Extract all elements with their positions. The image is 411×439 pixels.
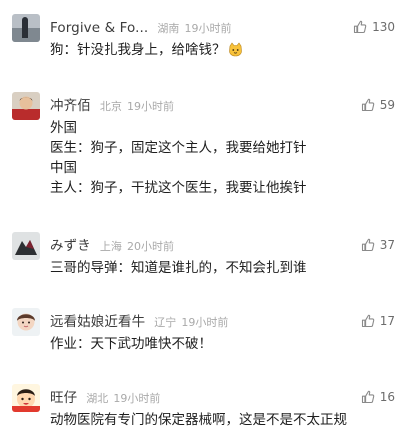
- location: 湖南: [157, 22, 180, 35]
- like-button[interactable]: 59: [361, 96, 395, 114]
- comment-line: 狗：针没扎我身上，给啥钱？: [50, 40, 402, 60]
- comment-text: 狗：针没扎我身上，给啥钱？: [50, 40, 402, 60]
- username[interactable]: 远看姑娘近看牛: [50, 314, 145, 330]
- comment-line: 医生：狗子，固定这个主人，我要给她打针: [50, 140, 307, 156]
- thumbs-up-icon: [361, 314, 375, 328]
- location: 湖北: [86, 392, 109, 405]
- like-count: 17: [379, 314, 395, 328]
- like-button[interactable]: 17: [361, 312, 395, 330]
- username[interactable]: 冲齐佰: [50, 98, 91, 114]
- like-count: 16: [379, 390, 395, 404]
- like-count: 37: [379, 238, 395, 252]
- comment-line: 三哥的导弹：知道是谁扎的，不知会扎到谁: [50, 260, 307, 276]
- comment-text: 作业：天下武功唯快不破！: [50, 334, 402, 354]
- like-count: 59: [379, 98, 395, 112]
- location: 上海: [99, 240, 122, 253]
- thumbs-up-icon: [361, 98, 375, 112]
- comment-line: 主人：狗子，干扰这个医生，我要让他挨针: [50, 180, 307, 196]
- like-button[interactable]: 37: [361, 236, 395, 254]
- location: 北京: [99, 100, 122, 113]
- comment-meta: 旺仔 湖北 19小时前: [50, 388, 160, 406]
- comment-meta: みずき 上海 20小时前: [50, 236, 174, 254]
- comment-line: 作业：天下武功唯快不破！: [50, 336, 212, 352]
- timestamp: 20小时前: [127, 240, 174, 253]
- timestamp: 19小时前: [184, 22, 232, 35]
- like-button[interactable]: 130: [353, 18, 395, 36]
- avatar[interactable]: [12, 384, 40, 412]
- username[interactable]: みずき: [50, 238, 91, 254]
- comment-line: 动物医院有专门的保定器械啊，这是不是不太正规: [50, 412, 347, 428]
- comment-item: 旺仔 湖北 19小时前 16 动物医院有专门的保定器械啊，这是不是不太正规: [0, 384, 411, 436]
- comment-meta: Forgive & Fo... 湖南 19小时前: [50, 18, 231, 36]
- username[interactable]: 旺仔: [50, 390, 77, 406]
- comment-line: 中国: [50, 160, 77, 176]
- timestamp: 19小时前: [127, 100, 174, 113]
- avatar[interactable]: [12, 14, 40, 42]
- timestamp: 19小时前: [181, 316, 229, 329]
- comment-text: 外国 医生：狗子，固定这个主人，我要给她打针 中国 主人：狗子，干扰这个医生，我…: [50, 118, 402, 198]
- comment-meta: 冲齐佰 北京 19小时前: [50, 96, 174, 114]
- username[interactable]: Forgive & Fo...: [50, 20, 148, 36]
- comment-item: 冲齐佰 北京 19小时前 59 外国 医生：狗子，固定这个主人，我要给她打针 中…: [0, 92, 411, 212]
- thumbs-up-icon: [353, 20, 367, 34]
- comment-item: みずき 上海 20小时前 37 三哥的导弹：知道是谁扎的，不知会扎到谁: [0, 232, 411, 282]
- thumbs-up-icon: [361, 390, 375, 404]
- comment-line: 外国: [50, 120, 77, 136]
- avatar[interactable]: [12, 92, 40, 120]
- comment-list: Forgive & Fo... 湖南 19小时前 130 狗：针没扎我身上，给啥…: [0, 0, 411, 439]
- like-count: 130: [372, 20, 395, 34]
- avatar[interactable]: [12, 308, 40, 336]
- cat-face-icon: [228, 42, 243, 57]
- thumbs-up-icon: [361, 238, 375, 252]
- comment-text: 动物医院有专门的保定器械啊，这是不是不太正规: [50, 410, 402, 430]
- like-button[interactable]: 16: [361, 388, 395, 406]
- comment-meta: 远看姑娘近看牛 辽宁 19小时前: [50, 312, 228, 330]
- comment-item: 远看姑娘近看牛 辽宁 19小时前 17 作业：天下武功唯快不破！: [0, 308, 411, 358]
- comment-text: 三哥的导弹：知道是谁扎的，不知会扎到谁: [50, 258, 402, 278]
- avatar[interactable]: [12, 232, 40, 260]
- comment-item: Forgive & Fo... 湖南 19小时前 130 狗：针没扎我身上，给啥…: [0, 14, 411, 74]
- location: 辽宁: [154, 316, 177, 329]
- timestamp: 19小时前: [113, 392, 161, 405]
